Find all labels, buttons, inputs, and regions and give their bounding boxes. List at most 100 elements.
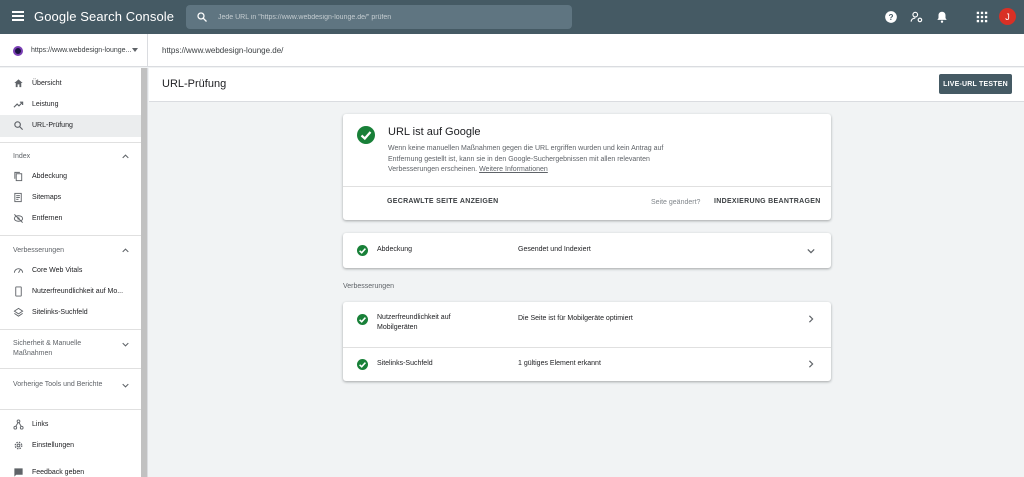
sidebar-item-settings[interactable]: Einstellungen	[0, 435, 141, 457]
sidebar-item-mobile-usability[interactable]: Nutzerfreundlichkeit auf Mo...	[0, 281, 141, 303]
sitemaps-icon	[14, 192, 22, 203]
section-label: Vorherige Tools und Berichte	[13, 381, 103, 388]
svg-text:?: ?	[889, 13, 894, 22]
divider	[0, 368, 141, 369]
notifications-icon[interactable]	[935, 10, 949, 24]
sidebar-item-label: Abdeckung	[32, 173, 68, 180]
chevron-right-icon	[808, 315, 814, 323]
sidebar-item-links[interactable]: Links	[0, 414, 141, 436]
sidebar-item-feedback[interactable]: Feedback geben	[0, 462, 141, 477]
enhancement-value: Die Seite ist für Mobilgeräte optimiert	[518, 315, 633, 322]
sidebar-item-label: Sitelinks-Suchfeld	[32, 309, 88, 316]
home-icon	[14, 79, 23, 88]
sidebar-item-label: URL-Prüfung	[32, 122, 73, 129]
section-security-header[interactable]: Sicherheit & Manuelle Maßnahmen	[0, 338, 141, 360]
sidebar-item-label: Sitemaps	[32, 194, 62, 201]
page-title: URL-Prüfung	[162, 78, 227, 90]
check-circle-icon	[357, 245, 368, 256]
enhancement-row-sitelinks-searchbox[interactable]: Sitelinks-Suchfeld 1 gültiges Element er…	[343, 348, 831, 381]
coverage-label: Abdeckung	[377, 246, 413, 253]
section-label: Sicherheit & Manuelle Maßnahmen	[13, 340, 82, 357]
property-favicon	[13, 45, 23, 56]
index-status-title: URL ist auf Google	[388, 126, 481, 138]
sidebar-scrollbar[interactable]	[141, 68, 147, 477]
index-status-card: URL ist auf Google Wenn keine manuellen …	[343, 114, 831, 220]
sidebar-item-label: Entfernen	[32, 215, 63, 222]
url-inspection-search[interactable]	[186, 5, 572, 29]
feedback-icon	[14, 468, 23, 477]
sidebar-item-label: Leistung	[32, 101, 59, 108]
enhancement-value: 1 gültiges Element erkannt	[518, 360, 601, 367]
sidebar-item-core-web-vitals[interactable]: Core Web Vitals	[0, 260, 141, 282]
inspected-url-breadcrumb: https://www.webdesign-lounge.de/	[162, 46, 284, 55]
sidebar-item-sitemaps[interactable]: Sitemaps	[0, 187, 141, 209]
check-circle-icon	[357, 359, 368, 370]
chevron-down-icon	[122, 383, 129, 388]
enhancement-row-mobile-usability[interactable]: Nutzerfreundlichkeit auf Mobilgeräten Di…	[343, 302, 831, 347]
search-input[interactable]	[218, 13, 548, 21]
card-divider	[343, 186, 831, 187]
sidebar-item-label: Übersicht	[32, 80, 62, 87]
visibility-off-icon	[13, 214, 24, 223]
app-title: Google Search Console	[34, 9, 175, 24]
view-crawled-page-button[interactable]: GECRAWLTE SEITE ANZEIGEN	[387, 198, 498, 205]
chevron-down-icon[interactable]	[807, 247, 815, 255]
index-status-description: Wenn keine manuellen Maßnahmen gegen die…	[388, 144, 698, 176]
menu-icon[interactable]	[12, 11, 24, 21]
page-header: URL-Prüfung LIVE-URL TESTEN	[149, 68, 1024, 102]
sidebar-item-performance[interactable]: Leistung	[0, 94, 141, 116]
divider	[0, 409, 141, 410]
section-legacy-tools-header[interactable]: Vorherige Tools und Berichte	[0, 379, 141, 401]
sidebar-item-overview[interactable]: Übersicht	[0, 73, 141, 95]
enhancement-label: Sitelinks-Suchfeld	[377, 360, 433, 367]
settings-icon	[14, 441, 23, 450]
property-selector[interactable]: https://www.webdesign-lounge...	[0, 34, 148, 67]
links-icon	[13, 419, 24, 430]
trending-up-icon	[13, 101, 24, 108]
sidebar-item-coverage[interactable]: Abdeckung	[0, 166, 141, 188]
sidebar: Übersicht Leistung URL-Prüfung Index Abd…	[0, 68, 148, 477]
sidebar-item-sitelinks-searchbox[interactable]: Sitelinks-Suchfeld	[0, 302, 141, 324]
search-icon	[197, 12, 207, 22]
section-enhancements-header[interactable]: Verbesserungen	[0, 244, 141, 258]
search-icon	[14, 121, 24, 131]
enhancements-card: Nutzerfreundlichkeit auf Mobilgeräten Di…	[343, 302, 831, 381]
sidebar-item-label: Nutzerfreundlichkeit auf Mo...	[32, 288, 124, 295]
sidebar-item-label: Feedback geben	[32, 469, 85, 476]
chevron-up-icon	[122, 248, 129, 253]
property-bar: https://www.webdesign-lounge... https://…	[0, 34, 1024, 67]
chevron-right-icon	[808, 360, 814, 368]
section-label: Verbesserungen	[13, 247, 64, 254]
request-indexing-button[interactable]: INDEXIERUNG BEANTRAGEN	[714, 198, 821, 205]
speed-icon	[13, 268, 24, 274]
help-icon[interactable]: ?	[884, 10, 898, 24]
sidebar-item-url-inspection[interactable]: URL-Prüfung	[0, 115, 141, 137]
chevron-up-icon	[122, 154, 129, 159]
coverage-card[interactable]: Abdeckung Gesendet und Indexiert	[343, 233, 831, 268]
sidebar-item-removals[interactable]: Entfernen	[0, 208, 141, 230]
coverage-value: Gesendet und Indexiert	[518, 246, 591, 253]
sidebar-item-label: Links	[32, 421, 49, 428]
top-app-bar: Google Search Console ? J	[0, 0, 1024, 34]
chevron-down-icon	[122, 342, 129, 347]
manage-users-icon[interactable]	[910, 10, 924, 24]
page-changed-text: Seite geändert?	[651, 199, 701, 206]
property-name: https://www.webdesign-lounge...	[31, 47, 132, 54]
account-avatar[interactable]: J	[999, 8, 1016, 25]
layers-icon	[13, 307, 24, 317]
learn-more-link[interactable]: Weitere Informationen	[479, 166, 548, 173]
divider	[0, 329, 141, 330]
check-circle-icon	[357, 126, 375, 144]
divider	[0, 235, 141, 236]
check-circle-icon	[357, 314, 368, 325]
dropdown-arrow-icon	[132, 48, 138, 52]
sidebar-item-label: Core Web Vitals	[32, 267, 83, 274]
apps-grid-icon[interactable]	[975, 10, 989, 24]
test-live-url-button[interactable]: LIVE-URL TESTEN	[939, 74, 1012, 94]
sidebar-item-label: Einstellungen	[32, 442, 75, 449]
enhancement-label: Nutzerfreundlichkeit auf Mobilgeräten	[377, 314, 451, 331]
section-index-header[interactable]: Index	[0, 150, 141, 164]
enhancements-section-label: Verbesserungen	[343, 283, 394, 290]
file-copy-icon	[14, 171, 23, 182]
smartphone-icon	[15, 286, 22, 297]
